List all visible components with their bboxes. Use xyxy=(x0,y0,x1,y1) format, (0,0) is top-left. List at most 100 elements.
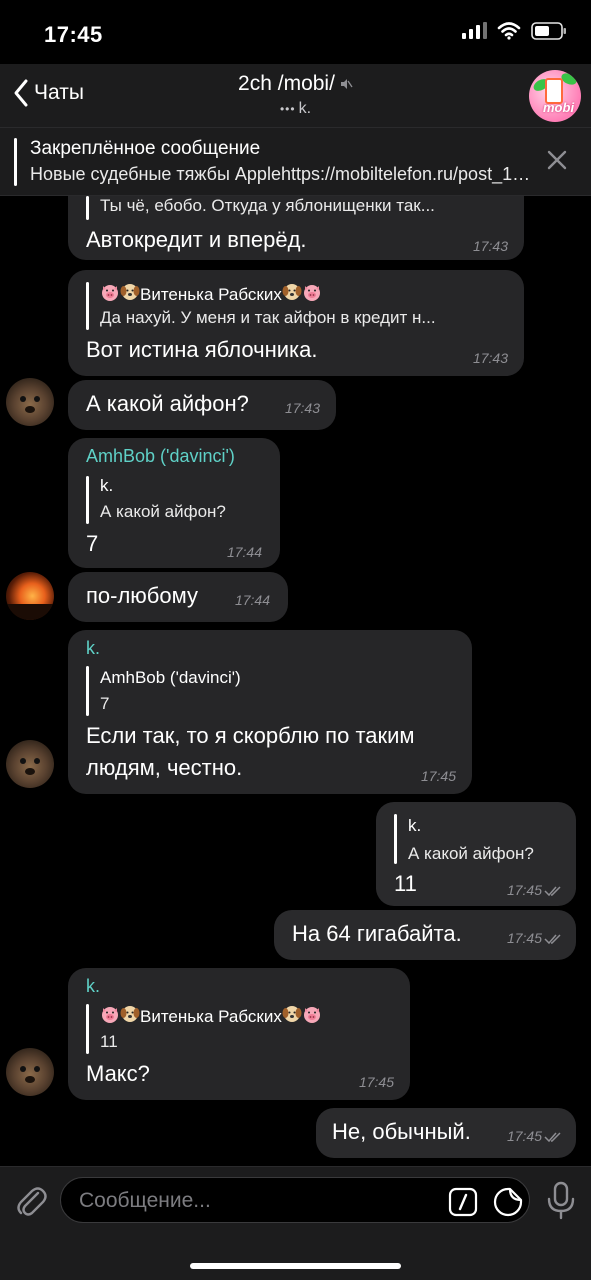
channel-avatar[interactable]: mobi xyxy=(529,70,581,122)
avatar-eye xyxy=(20,758,26,764)
pig-emoji-icon xyxy=(102,1007,118,1023)
message-bubble[interactable]: Витенька Рабских Да нахуй. У меня и так … xyxy=(68,270,524,376)
message-time: 17:44 xyxy=(234,592,270,608)
typing-indicator: ••• xyxy=(279,101,296,116)
message-text: Макс? xyxy=(86,1061,150,1086)
reply-name: AmhBob ('davinci') xyxy=(100,668,241,687)
avatar-nose xyxy=(25,1076,35,1083)
message-text: Не, обычный. xyxy=(332,1119,471,1144)
outgoing-message-bubble[interactable]: k. А какой айфон? 11 17:45 xyxy=(376,802,576,906)
message-bubble[interactable]: k. AmhBob ('davinci') 7 Если так, то я с… xyxy=(68,630,472,794)
close-icon[interactable] xyxy=(545,148,569,172)
message-composer: Сообщение... xyxy=(0,1166,591,1280)
pinned-text: Новые судебные тяжбы Applehttps://mobilt… xyxy=(30,164,532,184)
avatar-eye xyxy=(34,1066,40,1072)
user-avatar[interactable] xyxy=(6,1048,54,1096)
reply-preview[interactable]: Витенька Рабских 11 xyxy=(86,1004,396,1054)
message-time: 17:43 xyxy=(472,238,508,254)
reply-name: k. xyxy=(408,816,422,835)
status-icons xyxy=(461,22,567,40)
reply-preview[interactable]: k. А какой айфон? xyxy=(86,476,266,524)
mute-icon xyxy=(340,79,353,90)
reply-bar xyxy=(86,476,89,524)
pig-emoji-icon xyxy=(303,1007,320,1023)
reply-text: 11 xyxy=(100,1032,118,1051)
user-avatar[interactable] xyxy=(6,378,54,426)
sender-name[interactable]: k. xyxy=(86,638,100,659)
dog-emoji-icon xyxy=(120,284,140,300)
reply-name: Витенька Рабских xyxy=(100,282,322,305)
reply-bar xyxy=(86,1004,89,1054)
message-text: 7 xyxy=(86,531,99,556)
message-text: А какой айфон? xyxy=(86,391,249,416)
chat-title[interactable]: 2ch /mobi/ xyxy=(0,72,591,96)
message-text: На 64 гигабайта. xyxy=(292,921,462,946)
pig-emoji-icon xyxy=(102,285,118,301)
pinned-message[interactable]: Закреплённое сообщение Новые судебные тя… xyxy=(0,128,591,196)
reply-preview[interactable]: k. А какой айфон? xyxy=(394,814,564,864)
dog-emoji-icon xyxy=(282,284,302,300)
message-time-text: 17:45 xyxy=(506,1128,542,1144)
wifi-icon xyxy=(497,22,521,40)
reply-preview[interactable]: Ты чё, ебобо. Откуда у яблонищенки так..… xyxy=(86,196,510,220)
outgoing-message-bubble[interactable]: Не, обычный. 17:45 xyxy=(316,1108,576,1158)
avatar-nose xyxy=(25,406,35,413)
message-bubble[interactable]: по-любому 17:44 xyxy=(68,572,288,622)
sticker-icon[interactable] xyxy=(492,1186,524,1218)
reply-text: 7 xyxy=(100,694,110,713)
message-list[interactable]: Ты чё, ебобо. Откуда у яблонищенки так..… xyxy=(0,196,591,1166)
message-time: 17:45 xyxy=(507,930,564,946)
reply-bar xyxy=(394,814,397,864)
avatar-eye xyxy=(34,758,40,764)
message-text: 11 xyxy=(394,871,417,896)
message-bubble[interactable]: А какой айфон? 17:43 xyxy=(68,380,336,430)
status-time: 17:45 xyxy=(44,22,103,47)
reply-text: Ты чё, ебобо. Откуда у яблонищенки так..… xyxy=(100,196,435,215)
reply-name-text: Витенька Рабских xyxy=(140,1007,282,1026)
reply-name: Витенька Рабских xyxy=(100,1004,322,1027)
dog-emoji-icon xyxy=(120,1006,140,1022)
message-time-text: 17:45 xyxy=(506,882,542,898)
pinned-title: Закреплённое сообщение xyxy=(30,138,261,159)
avatar-nose xyxy=(25,768,35,775)
pig-emoji-icon xyxy=(303,285,320,301)
chat-title-text: 2ch /mobi/ xyxy=(238,72,335,95)
message-time: 17:43 xyxy=(472,350,508,366)
microphone-icon[interactable] xyxy=(546,1181,576,1221)
sender-name[interactable]: AmhBob ('davinci') xyxy=(86,446,235,467)
message-text: Вот истина яблочника. xyxy=(86,337,318,362)
status-bar: 17:45 xyxy=(0,0,591,64)
paperclip-icon[interactable] xyxy=(14,1183,48,1219)
message-time: 17:44 xyxy=(226,544,262,560)
message-input-placeholder: Сообщение... xyxy=(79,1189,211,1212)
read-checkmarks-icon xyxy=(544,934,561,945)
read-checkmarks-icon xyxy=(544,886,561,897)
message-text-line: людям, честно. xyxy=(86,755,243,780)
message-time: 17:45 xyxy=(358,1074,394,1090)
avatar-eye xyxy=(20,1066,26,1072)
message-time: 17:43 xyxy=(284,400,320,416)
outgoing-message-bubble[interactable]: На 64 гигабайта. 17:45 xyxy=(274,910,576,960)
message-time: 17:45 xyxy=(420,768,456,784)
signal-icon xyxy=(462,22,487,39)
avatar-eye xyxy=(34,396,40,402)
avatar-ground xyxy=(6,604,54,620)
reply-text: А какой айфон? xyxy=(408,844,534,863)
sender-name[interactable]: k. xyxy=(86,976,100,997)
message-time-text: 17:45 xyxy=(506,930,542,946)
avatar-eye xyxy=(20,396,26,402)
home-indicator xyxy=(190,1263,401,1269)
reply-preview[interactable]: Витенька Рабских Да нахуй. У меня и так … xyxy=(86,282,510,330)
message-time: 17:45 xyxy=(507,1128,564,1144)
message-bubble[interactable]: k. Витенька Рабских 11 Макс? 17:45 xyxy=(68,968,410,1100)
chat-header: Чаты 2ch /mobi/ ••• k. mobi xyxy=(0,64,591,128)
reply-preview[interactable]: AmhBob ('davinci') 7 xyxy=(86,666,456,716)
reply-bar xyxy=(86,666,89,716)
read-checkmarks-icon xyxy=(544,1132,561,1143)
slash-command-icon[interactable] xyxy=(448,1187,478,1217)
user-avatar[interactable] xyxy=(6,740,54,788)
message-bubble[interactable]: Ты чё, ебобо. Откуда у яблонищенки так..… xyxy=(68,196,524,260)
user-avatar[interactable] xyxy=(6,572,54,620)
message-bubble[interactable]: AmhBob ('davinci') k. А какой айфон? 7 1… xyxy=(68,438,280,568)
message-text: Автокредит и вперёд. xyxy=(86,227,307,252)
